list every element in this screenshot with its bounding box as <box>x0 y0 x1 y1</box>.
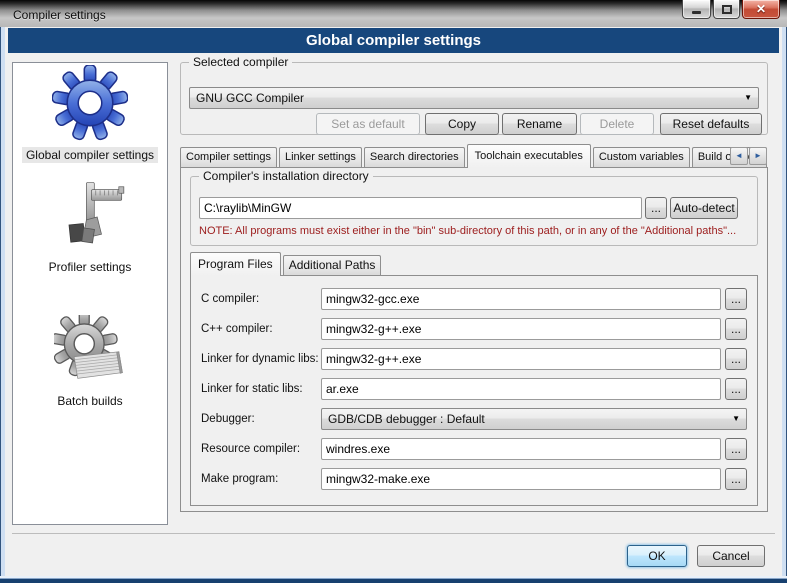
footer-divider <box>12 533 775 534</box>
tab-custom-variables[interactable]: Custom variables <box>593 147 690 167</box>
tab-scroll-right-button[interactable]: ► <box>749 147 767 165</box>
chevron-down-icon: ▼ <box>732 415 740 423</box>
debugger-label: Debugger: <box>201 413 321 425</box>
cpp-compiler-browse-button[interactable]: ... <box>725 318 747 340</box>
rename-button[interactable]: Rename <box>502 113 577 135</box>
selected-compiler-group-label: Selected compiler <box>189 55 292 69</box>
installation-directory-group: Compiler's installation directory ... Au… <box>190 176 758 246</box>
debugger-select-value: GDB/CDB debugger : Default <box>328 412 485 426</box>
subtab-program-files[interactable]: Program Files <box>190 252 281 276</box>
maximize-button[interactable] <box>713 0 740 19</box>
blue-gear-icon <box>52 65 128 141</box>
c-compiler-input[interactable] <box>321 288 721 310</box>
toolchain-executables-page: Compiler's installation directory ... Au… <box>180 167 768 512</box>
title-bar: Compiler settings ✕ <box>0 0 787 27</box>
minimize-button[interactable] <box>682 0 711 19</box>
subtab-additional-paths[interactable]: Additional Paths <box>283 255 382 275</box>
cpp-compiler-label: C++ compiler: <box>201 323 321 335</box>
tab-search-directories[interactable]: Search directories <box>364 147 465 167</box>
window-controls: ✕ <box>682 0 780 19</box>
resource-compiler-browse-button[interactable]: ... <box>725 438 747 460</box>
window-frame-bottom <box>0 576 787 583</box>
make-program-input[interactable] <box>321 468 721 490</box>
close-button[interactable]: ✕ <box>742 0 780 19</box>
ok-button[interactable]: OK <box>627 545 687 567</box>
cancel-button[interactable]: Cancel <box>697 545 765 567</box>
dynamic-linker-row: Linker for dynamic libs: ... <box>201 348 747 370</box>
auto-detect-button[interactable]: Auto-detect <box>670 197 738 219</box>
tab-scroll-controls: ◄ ► <box>730 147 767 165</box>
cpp-compiler-row: C++ compiler: ... <box>201 318 747 340</box>
static-linker-row: Linker for static libs: ... <box>201 378 747 400</box>
reset-defaults-button[interactable]: Reset defaults <box>660 113 762 135</box>
chevron-down-icon: ▼ <box>744 94 752 102</box>
installation-directory-browse-button[interactable]: ... <box>645 197 667 219</box>
tab-linker-settings[interactable]: Linker settings <box>279 147 362 167</box>
close-icon: ✕ <box>756 2 766 16</box>
window-frame-right <box>782 27 787 583</box>
tab-scroll-left-button[interactable]: ◄ <box>730 147 748 165</box>
caliper-icon <box>54 181 126 253</box>
sidebar-item-label: Profiler settings <box>45 259 136 275</box>
c-compiler-row: C compiler: ... <box>201 288 747 310</box>
tab-toolchain-executables[interactable]: Toolchain executables <box>467 144 591 168</box>
debugger-select[interactable]: GDB/CDB debugger : Default ▼ <box>321 408 747 430</box>
tab-compiler-settings[interactable]: Compiler settings <box>180 147 277 167</box>
installation-directory-group-label: Compiler's installation directory <box>199 169 373 183</box>
page-title: Global compiler settings <box>8 28 779 53</box>
selected-compiler-group: Selected compiler GNU GCC Compiler ▼ Set… <box>180 62 768 135</box>
make-program-browse-button[interactable]: ... <box>725 468 747 490</box>
static-linker-browse-button[interactable]: ... <box>725 378 747 400</box>
dynamic-linker-browse-button[interactable]: ... <box>725 348 747 370</box>
minimize-icon <box>692 11 701 14</box>
sidebar-item-label: Batch builds <box>53 393 126 409</box>
resource-compiler-input[interactable] <box>321 438 721 460</box>
toolchain-subtab-strip: Program Files Additional Paths <box>190 252 383 276</box>
installation-directory-input[interactable] <box>199 197 642 219</box>
copy-button[interactable]: Copy <box>425 113 499 135</box>
resource-compiler-label: Resource compiler: <box>201 443 321 455</box>
set-as-default-button[interactable]: Set as default <box>316 113 420 135</box>
installation-directory-row: ... Auto-detect <box>199 197 738 219</box>
window-frame-left <box>0 27 5 583</box>
make-program-row: Make program: ... <box>201 468 747 490</box>
sidebar-item-global-compiler-settings[interactable]: Global compiler settings <box>13 65 167 163</box>
make-program-label: Make program: <box>201 473 321 485</box>
settings-tab-strip: Compiler settings Linker settings Search… <box>180 144 768 168</box>
resource-compiler-row: Resource compiler: ... <box>201 438 747 460</box>
c-compiler-label: C compiler: <box>201 293 321 305</box>
maximize-icon <box>722 5 732 14</box>
dynamic-linker-label: Linker for dynamic libs: <box>201 353 321 365</box>
c-compiler-browse-button[interactable]: ... <box>725 288 747 310</box>
delete-button[interactable]: Delete <box>580 113 654 135</box>
settings-category-list: Global compiler settings <box>12 62 168 525</box>
cpp-compiler-input[interactable] <box>321 318 721 340</box>
static-linker-label: Linker for static libs: <box>201 383 321 395</box>
window-title: Compiler settings <box>13 8 106 22</box>
debugger-row: Debugger: GDB/CDB debugger : Default ▼ <box>201 408 747 430</box>
arrow-left-icon: ◄ <box>735 152 743 160</box>
compiler-settings-dialog: Compiler settings ✕ Global compiler sett… <box>0 0 787 583</box>
static-linker-input[interactable] <box>321 378 721 400</box>
installation-note-text: NOTE: All programs must exist either in … <box>199 225 751 237</box>
compiler-select-value: GNU GCC Compiler <box>196 91 304 105</box>
program-files-panel: C compiler: ... C++ compiler: ... Linker… <box>190 275 758 506</box>
sidebar-item-batch-builds[interactable]: Batch builds <box>13 315 167 409</box>
dynamic-linker-input[interactable] <box>321 348 721 370</box>
arrow-right-icon: ► <box>754 152 762 160</box>
sidebar-item-profiler-settings[interactable]: Profiler settings <box>13 181 167 275</box>
batch-builds-gear-icon <box>54 315 126 387</box>
sidebar-item-label: Global compiler settings <box>22 147 158 163</box>
compiler-select[interactable]: GNU GCC Compiler ▼ <box>189 87 759 109</box>
